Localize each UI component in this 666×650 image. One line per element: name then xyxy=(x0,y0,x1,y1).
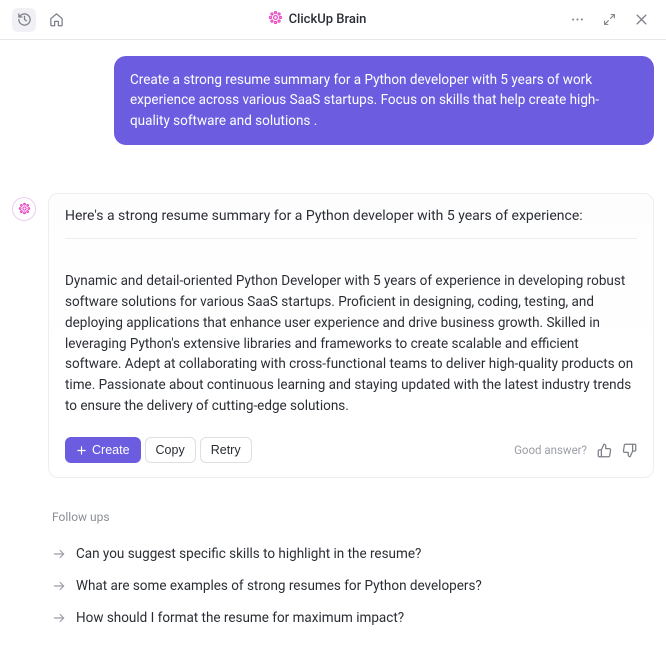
header-right xyxy=(566,8,654,32)
header-title-area: ClickUp Brain xyxy=(268,10,367,29)
thumbs-up-icon xyxy=(597,443,612,458)
feedback-prompt: Good answer? xyxy=(514,443,587,457)
home-button[interactable] xyxy=(44,8,68,32)
copy-label: Copy xyxy=(156,443,185,457)
followup-text: What are some examples of strong resumes… xyxy=(76,578,482,594)
expand-icon xyxy=(603,13,616,26)
action-row: Create Copy Retry Good answer? xyxy=(65,437,637,463)
header-bar: ClickUp Brain xyxy=(0,0,666,40)
app-title: ClickUp Brain xyxy=(289,12,367,27)
brain-icon xyxy=(268,10,283,29)
followup-item[interactable]: What are some examples of strong resumes… xyxy=(52,570,650,602)
followup-item[interactable]: How should I format the resume for maxim… xyxy=(52,602,650,634)
arrow-right-icon xyxy=(52,611,66,625)
followups-section: Follow ups Can you suggest specific skil… xyxy=(0,494,666,650)
more-icon xyxy=(570,12,585,27)
chat-area: Create a strong resume summary for a Pyt… xyxy=(0,40,666,494)
create-button[interactable]: Create xyxy=(65,437,141,463)
thumbs-down-icon xyxy=(622,443,637,458)
expand-button[interactable] xyxy=(598,8,622,32)
create-label: Create xyxy=(92,443,130,457)
followups-title: Follow ups xyxy=(52,510,650,524)
retry-label: Retry xyxy=(211,443,241,457)
ai-body-text: Dynamic and detail-oriented Python Devel… xyxy=(65,271,637,417)
ai-avatar xyxy=(12,197,36,221)
thumbs-down-button[interactable] xyxy=(622,443,637,458)
followup-text: How should I format the resume for maxim… xyxy=(76,610,404,626)
close-icon xyxy=(634,12,649,27)
more-button[interactable] xyxy=(566,8,590,32)
ai-message-row: Here's a strong resume summary for a Pyt… xyxy=(12,193,654,478)
home-icon xyxy=(49,12,64,27)
followup-item[interactable]: Can you suggest specific skills to highl… xyxy=(52,538,650,570)
ai-message-card: Here's a strong resume summary for a Pyt… xyxy=(48,193,654,478)
history-button[interactable] xyxy=(12,8,36,32)
ai-brain-icon xyxy=(18,202,31,215)
followup-text: Can you suggest specific skills to highl… xyxy=(76,546,421,562)
retry-button[interactable]: Retry xyxy=(200,437,252,463)
history-icon xyxy=(17,12,32,27)
arrow-right-icon xyxy=(52,579,66,593)
close-button[interactable] xyxy=(630,8,654,32)
user-message-bubble: Create a strong resume summary for a Pyt… xyxy=(114,56,654,145)
copy-button[interactable]: Copy xyxy=(145,437,196,463)
ai-intro-text: Here's a strong resume summary for a Pyt… xyxy=(65,208,637,239)
header-left xyxy=(12,8,68,32)
plus-icon xyxy=(76,445,87,456)
thumbs-up-button[interactable] xyxy=(597,443,612,458)
arrow-right-icon xyxy=(52,547,66,561)
user-message-text: Create a strong resume summary for a Pyt… xyxy=(130,72,599,129)
